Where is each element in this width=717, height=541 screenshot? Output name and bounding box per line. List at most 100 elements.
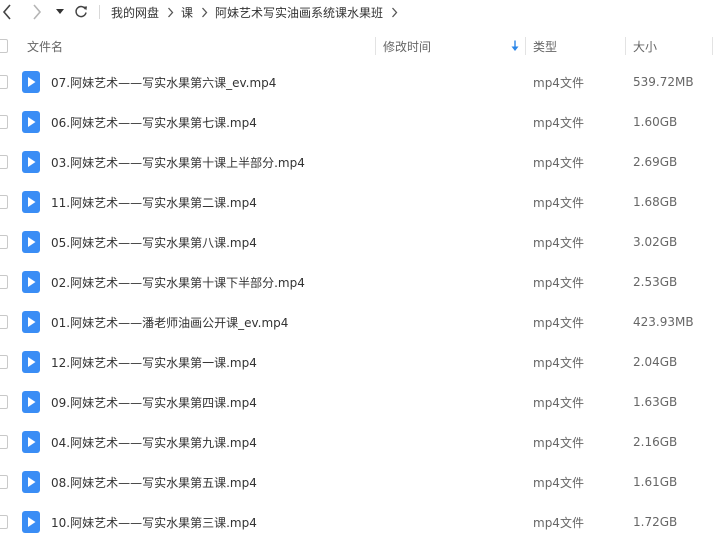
video-file-icon bbox=[22, 471, 40, 493]
back-button[interactable] bbox=[0, 2, 14, 22]
row-checkbox[interactable] bbox=[0, 475, 8, 489]
file-row[interactable]: 05.阿妹艺术——写实水果第八课.mp4 mp4文件 3.02GB bbox=[0, 222, 717, 262]
file-type: mp4文件 bbox=[533, 435, 584, 450]
row-checkbox[interactable] bbox=[0, 355, 8, 369]
file-name[interactable]: 11.阿妹艺术——写实水果第二课.mp4 bbox=[51, 182, 257, 222]
file-type: mp4文件 bbox=[533, 355, 584, 370]
file-name[interactable]: 01.阿妹艺术——潘老师油画公开课_ev.mp4 bbox=[51, 302, 288, 342]
forward-button[interactable] bbox=[30, 2, 44, 22]
column-header-type[interactable]: 类型 bbox=[533, 33, 557, 59]
video-file-icon bbox=[22, 111, 40, 133]
file-name[interactable]: 12.阿妹艺术——写实水果第一课.mp4 bbox=[51, 342, 257, 382]
video-file-icon bbox=[22, 71, 40, 93]
column-header: 文件名 修改时间 类型 大小 bbox=[0, 33, 717, 59]
file-type: mp4文件 bbox=[533, 475, 584, 490]
breadcrumb-item-course[interactable]: 课 bbox=[181, 4, 193, 21]
file-size: 539.72MB bbox=[633, 75, 694, 89]
chevron-right-icon bbox=[167, 7, 173, 17]
breadcrumb-item-current-folder[interactable]: 阿妹艺术写实油画系统课水果班 bbox=[215, 4, 383, 21]
row-checkbox[interactable] bbox=[0, 75, 8, 89]
row-checkbox[interactable] bbox=[0, 195, 8, 209]
chevron-right-icon bbox=[391, 7, 397, 17]
file-type: mp4文件 bbox=[533, 275, 584, 290]
video-file-icon bbox=[22, 151, 40, 173]
row-checkbox[interactable] bbox=[0, 275, 8, 289]
breadcrumb-item-my-drive[interactable]: 我的网盘 bbox=[111, 4, 159, 21]
chevron-right-icon bbox=[33, 4, 42, 20]
row-checkbox[interactable] bbox=[0, 435, 8, 449]
file-name[interactable]: 10.阿妹艺术——写实水果第三课.mp4 bbox=[51, 502, 257, 541]
file-name[interactable]: 06.阿妹艺术——写实水果第七课.mp4 bbox=[51, 102, 257, 142]
file-type: mp4文件 bbox=[533, 195, 584, 210]
breadcrumb-separator bbox=[159, 0, 181, 24]
history-dropdown-button[interactable] bbox=[54, 2, 66, 22]
file-type: mp4文件 bbox=[533, 395, 584, 410]
file-size: 2.53GB bbox=[633, 275, 678, 289]
file-type: mp4文件 bbox=[533, 155, 584, 170]
file-row[interactable]: 02.阿妹艺术——写实水果第十课下半部分.mp4 mp4文件 2.53GB bbox=[0, 262, 717, 302]
column-divider[interactable] bbox=[712, 37, 713, 55]
breadcrumb-separator[interactable] bbox=[383, 0, 405, 24]
file-name[interactable]: 04.阿妹艺术——写实水果第九课.mp4 bbox=[51, 422, 257, 462]
column-divider[interactable] bbox=[625, 37, 626, 55]
file-name[interactable]: 07.阿妹艺术——写实水果第六课_ev.mp4 bbox=[51, 62, 276, 102]
row-checkbox[interactable] bbox=[0, 235, 8, 249]
video-file-icon bbox=[22, 271, 40, 293]
file-row[interactable]: 01.阿妹艺术——潘老师油画公开课_ev.mp4 mp4文件 423.93MB bbox=[0, 302, 717, 342]
breadcrumb-separator bbox=[193, 0, 215, 24]
column-divider[interactable] bbox=[375, 37, 376, 55]
file-row[interactable]: 10.阿妹艺术——写实水果第三课.mp4 mp4文件 1.72GB bbox=[0, 502, 717, 541]
file-size: 1.61GB bbox=[633, 475, 678, 489]
file-name[interactable]: 02.阿妹艺术——写实水果第十课下半部分.mp4 bbox=[51, 262, 305, 302]
row-checkbox[interactable] bbox=[0, 115, 8, 129]
caret-down-icon bbox=[56, 9, 64, 14]
column-header-size[interactable]: 大小 bbox=[633, 33, 657, 59]
video-file-icon bbox=[22, 351, 40, 373]
file-type: mp4文件 bbox=[533, 115, 584, 130]
file-size: 1.63GB bbox=[633, 395, 678, 409]
file-size: 423.93MB bbox=[633, 315, 694, 329]
file-row[interactable]: 11.阿妹艺术——写实水果第二课.mp4 mp4文件 1.68GB bbox=[0, 182, 717, 222]
nav-divider bbox=[99, 5, 100, 19]
file-type: mp4文件 bbox=[533, 75, 584, 90]
file-browser-window: 我的网盘 课 阿妹艺术写实油画系统课水果班 文件名 修改时间 类型 大小 07.… bbox=[0, 0, 717, 541]
row-checkbox[interactable] bbox=[0, 155, 8, 169]
navigation-bar: 我的网盘 课 阿妹艺术写实油画系统课水果班 bbox=[0, 0, 717, 24]
row-checkbox[interactable] bbox=[0, 395, 8, 409]
video-file-icon bbox=[22, 431, 40, 453]
refresh-button[interactable] bbox=[72, 2, 90, 22]
file-type: mp4文件 bbox=[533, 315, 584, 330]
select-all-checkbox[interactable] bbox=[0, 39, 8, 53]
column-divider[interactable] bbox=[525, 37, 526, 55]
file-row[interactable]: 07.阿妹艺术——写实水果第六课_ev.mp4 mp4文件 539.72MB bbox=[0, 62, 717, 102]
video-file-icon bbox=[22, 191, 40, 213]
refresh-icon bbox=[75, 5, 87, 18]
file-size: 1.68GB bbox=[633, 195, 678, 209]
file-name[interactable]: 08.阿妹艺术——写实水果第五课.mp4 bbox=[51, 462, 257, 502]
file-size: 1.72GB bbox=[633, 515, 678, 529]
breadcrumb: 我的网盘 课 阿妹艺术写实油画系统课水果班 bbox=[111, 0, 405, 24]
file-row[interactable]: 06.阿妹艺术——写实水果第七课.mp4 mp4文件 1.60GB bbox=[0, 102, 717, 142]
file-row[interactable]: 03.阿妹艺术——写实水果第十课上半部分.mp4 mp4文件 2.69GB bbox=[0, 142, 717, 182]
video-file-icon bbox=[22, 391, 40, 413]
sort-descending-icon[interactable] bbox=[510, 40, 520, 52]
file-row[interactable]: 08.阿妹艺术——写实水果第五课.mp4 mp4文件 1.61GB bbox=[0, 462, 717, 502]
file-name[interactable]: 09.阿妹艺术——写实水果第四课.mp4 bbox=[51, 382, 257, 422]
video-file-icon bbox=[22, 511, 40, 533]
file-size: 2.16GB bbox=[633, 435, 678, 449]
file-size: 2.69GB bbox=[633, 155, 678, 169]
file-row[interactable]: 04.阿妹艺术——写实水果第九课.mp4 mp4文件 2.16GB bbox=[0, 422, 717, 462]
column-header-modified[interactable]: 修改时间 bbox=[383, 33, 523, 59]
video-file-icon bbox=[22, 311, 40, 333]
file-row[interactable]: 12.阿妹艺术——写实水果第一课.mp4 mp4文件 2.04GB bbox=[0, 342, 717, 382]
row-checkbox[interactable] bbox=[0, 315, 8, 329]
column-header-name[interactable]: 文件名 bbox=[27, 33, 63, 59]
chevron-right-icon bbox=[201, 7, 207, 17]
file-name[interactable]: 05.阿妹艺术——写实水果第八课.mp4 bbox=[51, 222, 257, 262]
file-list: 07.阿妹艺术——写实水果第六课_ev.mp4 mp4文件 539.72MB 0… bbox=[0, 62, 717, 541]
row-checkbox[interactable] bbox=[0, 515, 8, 529]
file-type: mp4文件 bbox=[533, 515, 584, 530]
file-size: 1.60GB bbox=[633, 115, 678, 129]
file-row[interactable]: 09.阿妹艺术——写实水果第四课.mp4 mp4文件 1.63GB bbox=[0, 382, 717, 422]
file-name[interactable]: 03.阿妹艺术——写实水果第十课上半部分.mp4 bbox=[51, 142, 305, 182]
